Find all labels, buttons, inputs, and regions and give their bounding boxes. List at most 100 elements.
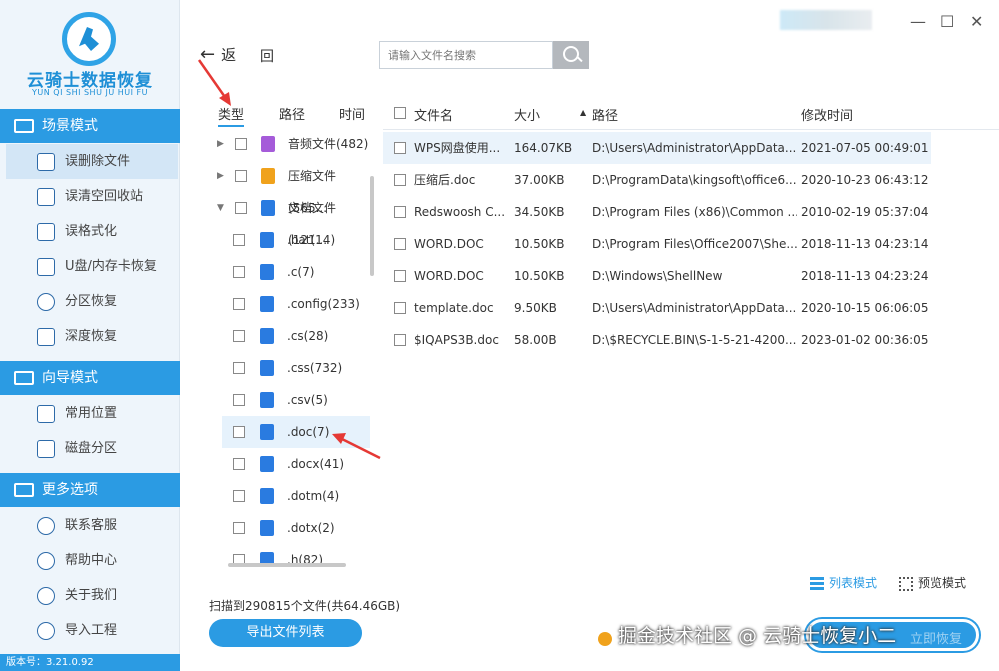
document-file-icon: [260, 328, 274, 344]
tree-item-checkbox[interactable]: [235, 138, 247, 150]
tree-item-checkbox[interactable]: [233, 234, 245, 246]
tree-item[interactable]: ▶ 压缩文件(565...: [200, 160, 370, 215]
list-mode-toggle[interactable]: 列表模式: [810, 574, 877, 591]
tree-item-label: .dotx(2): [287, 521, 335, 535]
row-checkbox[interactable]: [394, 142, 406, 154]
tree-item[interactable]: .config(233): [200, 288, 370, 320]
tree-item[interactable]: .bat(14): [200, 224, 370, 256]
watermark-text: 掘金技术社区 @ 云骑士恢复小二: [618, 625, 897, 647]
row-checkbox[interactable]: [394, 334, 406, 346]
tree-item-checkbox[interactable]: [233, 458, 245, 470]
search-input[interactable]: [379, 41, 553, 69]
recover-label: 立即恢复: [909, 632, 962, 647]
preview-mode-label: 预览模式: [918, 576, 967, 590]
preview-mode-toggle[interactable]: 预览模式: [899, 574, 966, 591]
tree-item-checkbox[interactable]: [233, 362, 245, 374]
tree-item-checkbox[interactable]: [233, 522, 245, 534]
tree-item-checkbox[interactable]: [233, 426, 245, 438]
tree-item[interactable]: .cs(28): [200, 320, 370, 352]
chevron-right-icon[interactable]: ▶: [217, 128, 224, 160]
col-name[interactable]: 文件名: [414, 105, 453, 124]
close-icon[interactable]: ✕: [970, 12, 983, 31]
nav-label: 误删除文件: [65, 154, 131, 169]
section-label: 更多选项: [42, 482, 98, 498]
cell-modified: 2023-01-02 00:36:05: [801, 333, 929, 347]
tree-item[interactable]: .dotm(4): [200, 480, 370, 512]
maximize-icon[interactable]: ☐: [940, 12, 954, 31]
nav-item-deep-recover[interactable]: 深度恢复: [0, 319, 180, 354]
nav-item-partition[interactable]: 分区恢复: [0, 284, 180, 319]
table-row[interactable]: WORD.DOC 10.50KB D:\Program Files\Office20…: [383, 228, 931, 260]
tree-item-label: 音频文件(482): [288, 137, 369, 151]
section-more-options[interactable]: 更多选项: [0, 473, 180, 507]
nav-item-disk-partition[interactable]: 磁盘分区: [0, 431, 180, 466]
cell-path: D:\Program Files (x86)\Common ...: [592, 205, 797, 219]
tree-item[interactable]: .csv(5): [200, 384, 370, 416]
nav-item-contact[interactable]: 联系客服: [0, 508, 180, 543]
nav-label: 常用位置: [65, 406, 118, 421]
tree-item[interactable]: .dotx(2): [200, 512, 370, 544]
tree-item-checkbox[interactable]: [235, 170, 247, 182]
tab-path[interactable]: 路径: [279, 104, 305, 123]
format-icon: [37, 223, 55, 241]
menu-icon: [14, 483, 34, 497]
table-row[interactable]: Redswoosh C... 34.50KB D:\Program Files (x…: [383, 196, 931, 228]
nav-item-common-locations[interactable]: 常用位置: [0, 396, 180, 431]
table-row[interactable]: WPS网盘使用... 164.07KB D:\Users\Administrator…: [383, 132, 931, 164]
col-path[interactable]: 路径: [592, 105, 618, 124]
section-guide-mode[interactable]: 向导模式: [0, 361, 180, 395]
tab-time[interactable]: 时间: [339, 104, 365, 123]
file-table: 文件名 大小 ▲ 路径 修改时间 WPS网盘使用... 164.07KB D:\Us…: [383, 96, 999, 396]
tree-item[interactable]: ▶ 音频文件(482): [200, 128, 370, 160]
nav-item-help[interactable]: 帮助中心: [0, 543, 180, 578]
annotation-arrow-icon: [332, 433, 381, 460]
select-all-checkbox[interactable]: [394, 107, 406, 119]
col-size[interactable]: 大小: [514, 105, 540, 124]
row-checkbox[interactable]: [394, 270, 406, 282]
nav-item-format[interactable]: 误格式化: [0, 214, 180, 249]
table-row[interactable]: template.doc 9.50KB D:\Users\Administrator…: [383, 292, 931, 324]
nav-item-recycle-bin[interactable]: 误清空回收站: [0, 179, 180, 214]
row-checkbox[interactable]: [394, 238, 406, 250]
disk-icon: [37, 440, 55, 458]
return-label[interactable]: 回: [260, 46, 274, 66]
row-checkbox[interactable]: [394, 302, 406, 314]
nav-item-deleted-files[interactable]: 误删除文件: [6, 144, 178, 179]
table-row[interactable]: WORD.DOC 10.50KB D:\Windows\ShellNew 2018-1…: [383, 260, 931, 292]
document-file-icon: [260, 424, 274, 440]
tree-item-checkbox[interactable]: [233, 266, 245, 278]
tree-vertical-scrollbar[interactable]: [370, 176, 374, 276]
tree-item[interactable]: .c(7): [200, 256, 370, 288]
nav-label: 联系客服: [65, 518, 118, 533]
cell-name: WORD.DOC: [414, 237, 484, 251]
deep-recover-icon: [37, 328, 55, 346]
tree-item-checkbox[interactable]: [233, 298, 245, 310]
user-avatar-blurred: [780, 10, 872, 30]
nav-item-import[interactable]: 导入工程: [0, 613, 180, 648]
chevron-down-icon[interactable]: ▼: [217, 192, 224, 224]
row-checkbox[interactable]: [394, 174, 406, 186]
search-icon[interactable]: [553, 41, 589, 69]
col-modified[interactable]: 修改时间: [801, 105, 853, 124]
table-row[interactable]: $IQAPS3B.doc 58.00B D:\$RECYCLE.BIN\S-1-5-…: [383, 324, 931, 356]
tree-item-checkbox[interactable]: [233, 394, 245, 406]
tree-item-checkbox[interactable]: [235, 202, 247, 214]
export-list-button[interactable]: 导出文件列表: [209, 619, 362, 647]
cell-path: D:\Users\Administrator\AppData...: [592, 301, 797, 315]
tree-item-checkbox[interactable]: [233, 330, 245, 342]
recycle-bin-icon: [37, 188, 55, 206]
tree-item[interactable]: ▼ 文档文件(121...: [200, 192, 370, 247]
chevron-right-icon[interactable]: ▶: [217, 160, 224, 192]
nav-item-usb[interactable]: U盘/内存卡恢复: [0, 249, 180, 284]
row-checkbox[interactable]: [394, 206, 406, 218]
tree-item[interactable]: .css(732): [200, 352, 370, 384]
tree-horizontal-scrollbar[interactable]: [228, 563, 346, 567]
minimize-icon[interactable]: —: [910, 12, 926, 31]
cell-name: Redswoosh C...: [414, 205, 506, 219]
section-scene-mode[interactable]: 场景模式: [0, 109, 180, 143]
table-row[interactable]: 压缩后.doc 37.00KB D:\ProgramData\kingsoft\of…: [383, 164, 931, 196]
tree-item-checkbox[interactable]: [233, 490, 245, 502]
nav-label: 磁盘分区: [65, 441, 118, 456]
nav-item-about[interactable]: 关于我们: [0, 578, 180, 613]
tree-item-label: .doc(7): [287, 425, 330, 439]
